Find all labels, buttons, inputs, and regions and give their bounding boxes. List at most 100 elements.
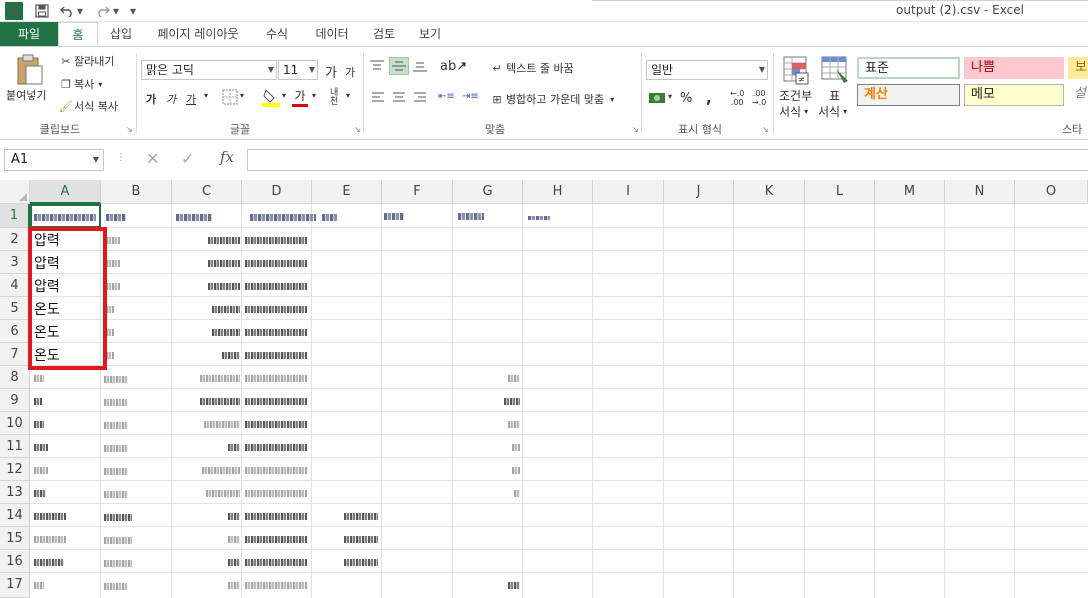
row-header-8[interactable]: 8 bbox=[0, 366, 30, 389]
align-left-icon[interactable] bbox=[371, 91, 385, 103]
row-header-13[interactable]: 13 bbox=[0, 481, 30, 504]
phonetic-button[interactable]: 내천 bbox=[330, 89, 344, 107]
align-top-icon[interactable] bbox=[369, 59, 385, 73]
row-header-12[interactable]: 12 bbox=[0, 458, 30, 481]
comma-button[interactable]: , bbox=[706, 89, 712, 107]
merge-center-button[interactable]: ⊞ 병합하고 가운데 맞춤 ▾ bbox=[488, 91, 614, 107]
copy-button[interactable]: ❐ 복사 ▾ bbox=[58, 76, 102, 92]
format-as-table-label-1[interactable]: 표 bbox=[829, 87, 840, 104]
orientation-dropdown-icon[interactable]: ▾ bbox=[462, 60, 466, 69]
clipboard-icon[interactable] bbox=[12, 53, 46, 87]
column-header-a[interactable]: A bbox=[30, 180, 101, 204]
formula-input[interactable] bbox=[247, 149, 1088, 171]
column-header-f[interactable]: F bbox=[382, 180, 453, 204]
conditional-format-button[interactable]: 서식 ▾ bbox=[779, 103, 808, 120]
accounting-dropdown-icon[interactable]: ▾ bbox=[668, 92, 672, 101]
fill-color-icon[interactable] bbox=[262, 87, 280, 107]
row-header-3[interactable]: 3 bbox=[0, 251, 30, 274]
tab-formulas[interactable]: 수식 bbox=[258, 22, 296, 46]
font-size-select[interactable]: 11 ▼ bbox=[278, 60, 318, 80]
phonetic-dropdown-icon[interactable]: ▾ bbox=[346, 91, 350, 100]
enter-icon[interactable]: ✓ bbox=[181, 149, 194, 168]
tab-file[interactable]: 파일 bbox=[0, 22, 58, 46]
format-as-table-button[interactable]: 서식 ▾ bbox=[818, 103, 847, 120]
align-middle-icon[interactable] bbox=[389, 57, 409, 75]
bold-button[interactable]: 가 bbox=[146, 91, 156, 107]
undo-icon[interactable] bbox=[60, 2, 74, 20]
clipboard-launcher-icon[interactable]: ↘ bbox=[126, 125, 133, 134]
font-color-dropdown-icon[interactable]: ▾ bbox=[312, 91, 316, 100]
column-header-b[interactable]: B bbox=[101, 180, 172, 204]
conditional-format-label-1[interactable]: 조건부 bbox=[779, 87, 812, 104]
column-header-e[interactable]: E bbox=[312, 180, 382, 204]
underline-button[interactable]: 가 bbox=[186, 91, 196, 107]
style-note[interactable]: 메모 bbox=[964, 84, 1064, 106]
column-header-m[interactable]: M bbox=[875, 180, 945, 204]
select-all-button[interactable] bbox=[0, 180, 30, 204]
decrease-decimal-icon[interactable]: .00 →.0 bbox=[752, 89, 766, 107]
redo-icon[interactable] bbox=[96, 2, 110, 20]
column-header-l[interactable]: L bbox=[805, 180, 875, 204]
style-neutral[interactable]: 보 bbox=[1068, 57, 1088, 79]
active-cell-a1[interactable] bbox=[30, 204, 101, 228]
increase-indent-icon[interactable]: ⇥≡ bbox=[462, 91, 479, 102]
row-header-4[interactable]: 4 bbox=[0, 274, 30, 297]
row-header-10[interactable]: 10 bbox=[0, 412, 30, 435]
style-bad[interactable]: 나쁨 bbox=[964, 57, 1064, 79]
align-center-icon[interactable] bbox=[392, 91, 406, 103]
cancel-icon[interactable]: ✕ bbox=[146, 149, 159, 168]
tab-insert[interactable]: 삽입 bbox=[102, 22, 140, 46]
row-header-17[interactable]: 17 bbox=[0, 573, 30, 598]
number-launcher-icon[interactable]: ↘ bbox=[762, 125, 769, 134]
number-format-select[interactable]: 일반 ▼ bbox=[646, 60, 768, 80]
increase-decimal-icon[interactable]: ←.0.00 bbox=[730, 89, 744, 107]
row-header-11[interactable]: 11 bbox=[0, 435, 30, 458]
column-header-n[interactable]: N bbox=[945, 180, 1015, 204]
row-header-5[interactable]: 5 bbox=[0, 297, 30, 320]
column-header-h[interactable]: H bbox=[523, 180, 593, 204]
row-header-15[interactable]: 15 bbox=[0, 527, 30, 550]
font-launcher-icon[interactable]: ↘ bbox=[354, 125, 361, 134]
column-header-i[interactable]: I bbox=[593, 180, 664, 204]
column-header-o[interactable]: O bbox=[1015, 180, 1088, 204]
tab-review[interactable]: 검토 bbox=[366, 22, 402, 46]
worksheet-grid[interactable]: A B C D E F G H I J K L M N O 1 2 3 4 5 … bbox=[0, 180, 1088, 598]
format-painter-button[interactable]: 🖌 서식 복사 bbox=[58, 98, 118, 114]
cut-button[interactable]: ✂ 잘라내기 bbox=[58, 53, 114, 69]
column-header-g[interactable]: G bbox=[453, 180, 523, 204]
align-right-icon[interactable] bbox=[413, 91, 427, 103]
column-header-c[interactable]: C bbox=[172, 180, 242, 204]
italic-button[interactable]: 가 bbox=[166, 91, 176, 107]
border-dropdown-icon[interactable]: ▾ bbox=[240, 91, 244, 100]
align-bottom-icon[interactable] bbox=[412, 59, 428, 73]
font-color-button[interactable]: 가 bbox=[292, 87, 308, 107]
column-header-k[interactable]: K bbox=[734, 180, 805, 204]
tab-page-layout[interactable]: 페이지 레이아웃 bbox=[146, 22, 250, 46]
style-normal[interactable]: 표준 bbox=[857, 57, 960, 79]
fill-dropdown-icon[interactable]: ▾ bbox=[282, 91, 286, 100]
row-header-14[interactable]: 14 bbox=[0, 504, 30, 527]
style-explanatory[interactable]: 설 bbox=[1068, 84, 1088, 106]
conditional-format-icon[interactable]: ≠ bbox=[782, 55, 810, 85]
paste-button[interactable]: 붙여넣기 bbox=[6, 87, 46, 103]
underline-dropdown-icon[interactable]: ▾ bbox=[204, 91, 208, 100]
undo-dropdown-icon[interactable]: ▾ bbox=[76, 2, 84, 20]
format-as-table-icon[interactable] bbox=[820, 55, 850, 85]
name-box[interactable]: A1 ▼ bbox=[4, 149, 104, 171]
drag-handle-icon[interactable]: ⋮ bbox=[116, 152, 126, 163]
customize-quick-access-icon[interactable]: ▾ bbox=[128, 2, 138, 20]
redo-dropdown-icon[interactable]: ▾ bbox=[112, 2, 120, 20]
row-header-7[interactable]: 7 bbox=[0, 343, 30, 366]
row-header-2[interactable]: 2 bbox=[0, 228, 30, 251]
tab-data[interactable]: 데이터 bbox=[306, 22, 358, 46]
grow-font-button[interactable]: 가 bbox=[325, 62, 337, 81]
tab-home[interactable]: 홈 bbox=[58, 22, 98, 47]
column-header-d[interactable]: D bbox=[242, 180, 312, 204]
accounting-format-icon[interactable] bbox=[648, 90, 666, 106]
row-header-16[interactable]: 16 bbox=[0, 550, 30, 573]
style-calculation[interactable]: 계산 bbox=[857, 84, 960, 106]
tab-view[interactable]: 보기 bbox=[410, 22, 450, 46]
row-header-1[interactable]: 1 bbox=[0, 204, 30, 228]
wrap-text-button[interactable]: ↵ 텍스트 줄 바꿈 bbox=[488, 60, 573, 76]
alignment-launcher-icon[interactable]: ↘ bbox=[632, 125, 639, 134]
